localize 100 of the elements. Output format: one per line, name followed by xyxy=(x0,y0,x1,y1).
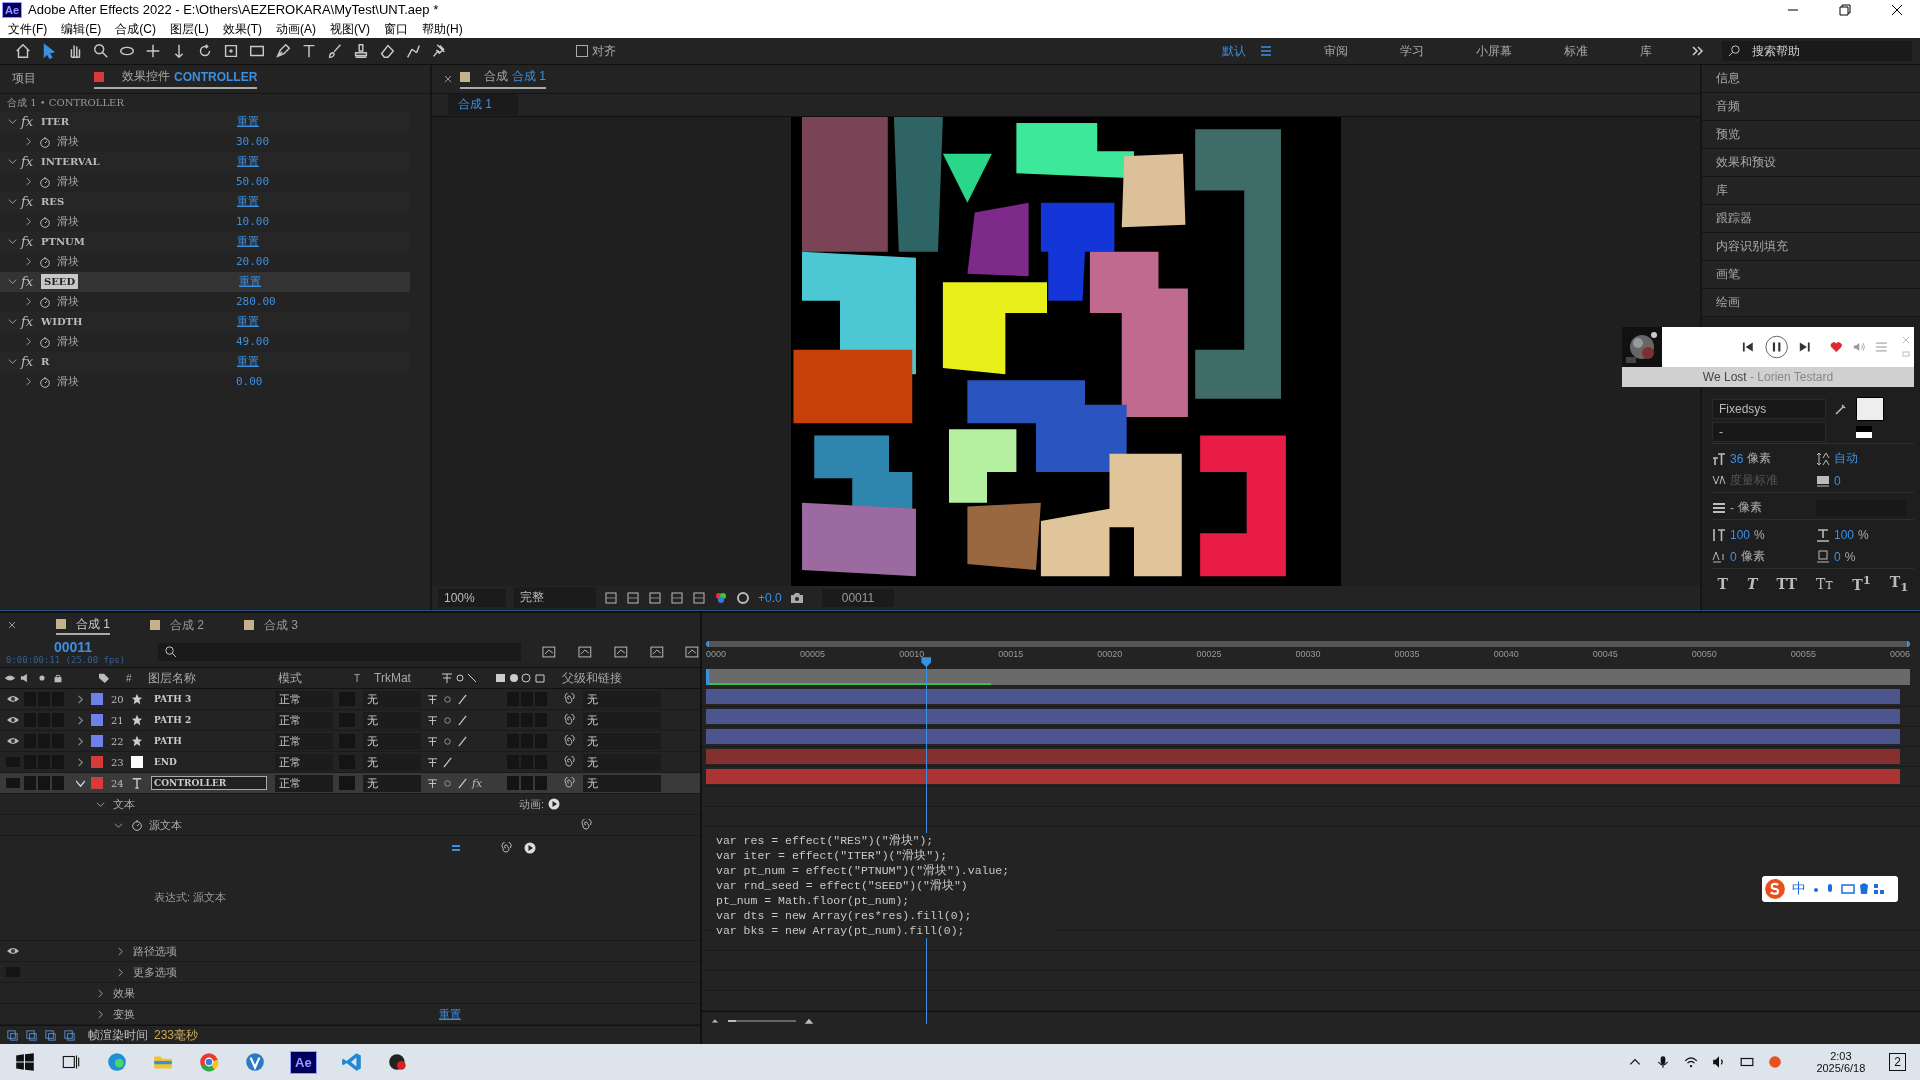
label-color-swatch[interactable] xyxy=(91,777,103,790)
expression-code[interactable]: var res = effect("RES")("滑块"); var iter = effect("ITER")("滑块"); var pt_num = effect("PTNUM")("滑块").value; var rnd_seed = effect("SEED")("滑块") pt_num = Math.floor(pt_num); var dts = new Array(res*res).fill(0); var bks = new Array(pt_num).fill(0); xyxy=(716,833,1056,939)
expand-chevron-icon[interactable] xyxy=(76,757,85,767)
workspace-tab[interactable]: 默认 xyxy=(1222,42,1246,60)
effect-name[interactable]: ITER xyxy=(41,116,237,128)
wifi-icon[interactable] xyxy=(1684,1055,1699,1070)
microphone-icon[interactable] xyxy=(1656,1055,1671,1070)
menu-item[interactable]: 效果(T) xyxy=(222,20,262,38)
reset-link[interactable]: 重置 xyxy=(239,274,262,290)
expression-menu-icon[interactable] xyxy=(524,842,536,855)
default-colors-swatch[interactable] xyxy=(1856,425,1872,438)
text-style-button[interactable]: Tᴛ xyxy=(1814,575,1836,592)
timeline-tab[interactable]: 合成 2 xyxy=(150,616,205,634)
workspace-tab[interactable]: 库 xyxy=(1640,42,1652,60)
parent-dropdown[interactable]: 无 xyxy=(583,732,661,750)
tsume-value[interactable]: 0 xyxy=(1834,549,1841,564)
timeline-tab[interactable]: 合成 1 xyxy=(56,615,110,635)
pick-whip-icon[interactable] xyxy=(563,693,575,706)
timecode-field[interactable]: 00011 xyxy=(821,588,895,607)
zoom-out-icon[interactable] xyxy=(710,1017,720,1026)
menu-item[interactable]: 视图(V) xyxy=(330,20,370,38)
adjustment-layer-toggle[interactable] xyxy=(521,776,533,791)
expand-chevron-icon[interactable] xyxy=(76,694,85,704)
property-group[interactable]: 文本 xyxy=(113,796,135,812)
lock-toggle[interactable] xyxy=(52,776,64,791)
expand-chevron-icon[interactable] xyxy=(76,715,85,725)
audio-toggle[interactable] xyxy=(24,776,36,791)
text-style-button[interactable]: T xyxy=(1745,575,1760,592)
stopwatch-icon[interactable] xyxy=(39,175,51,188)
layer-name[interactable]: PATH xyxy=(151,734,267,749)
text-style-button[interactable]: T$^{1}$ xyxy=(1850,573,1873,594)
slash-icon[interactable] xyxy=(457,693,468,705)
taskbar-app-button[interactable]: Ae xyxy=(290,1050,317,1074)
eyedropper-icon[interactable] xyxy=(1834,401,1848,416)
pick-whip-icon[interactable] xyxy=(563,714,575,727)
pick-whip-icon[interactable] xyxy=(500,842,512,855)
pick-whip-icon[interactable] xyxy=(563,735,575,748)
menu-item[interactable]: 合成(C) xyxy=(115,20,156,38)
collapse-chevron-icon[interactable] xyxy=(114,820,123,830)
collapse-chevron-icon[interactable] xyxy=(8,317,17,327)
text-style-button[interactable]: T$_{1}$ xyxy=(1887,573,1911,594)
notification-button[interactable]: 2 xyxy=(1889,1053,1906,1072)
menu-item[interactable]: 编辑(E) xyxy=(61,20,102,38)
slash-icon[interactable] xyxy=(457,735,468,747)
3d-layer-toggle[interactable] xyxy=(535,776,547,791)
property-name[interactable]: 源文本 xyxy=(149,817,182,833)
property-group[interactable]: 效果 xyxy=(113,985,135,1001)
zoom-in-icon[interactable] xyxy=(804,1017,814,1026)
volume-icon[interactable] xyxy=(1852,340,1866,354)
motion-blur-toggle[interactable] xyxy=(507,776,519,791)
more-chevron-icon[interactable] xyxy=(1692,46,1704,56)
property-group[interactable]: 路径选项 xyxy=(133,943,177,959)
layer-name[interactable]: CONTROLLER xyxy=(151,776,267,791)
ime-logo-icon[interactable] xyxy=(1764,878,1786,901)
panel-header[interactable]: 内容识别填充 xyxy=(1702,232,1920,261)
reset-link[interactable]: 重置 xyxy=(237,234,259,250)
reset-link[interactable]: 重置 xyxy=(237,314,259,330)
search-field[interactable]: 搜索帮助 xyxy=(1722,41,1912,61)
stamp-icon[interactable] xyxy=(352,42,370,60)
restore-icon[interactable] xyxy=(1839,3,1851,16)
expand-chevron-icon[interactable] xyxy=(24,297,33,307)
panel-header[interactable]: 画笔 xyxy=(1702,260,1920,289)
quality-switch-icon[interactable] xyxy=(442,777,453,789)
timeline-tab[interactable]: 合成 3 xyxy=(244,616,299,634)
label-color-swatch[interactable] xyxy=(91,735,103,748)
expand-chevron-icon[interactable] xyxy=(24,257,33,267)
parameter-value[interactable]: 49.00 xyxy=(236,335,270,349)
effect-name[interactable]: RES xyxy=(41,196,237,208)
stopwatch-icon[interactable] xyxy=(39,295,51,308)
reset-link[interactable]: 重置 xyxy=(237,114,259,130)
expand-chevron-icon[interactable] xyxy=(116,946,125,956)
stroke-width-value[interactable]: - xyxy=(1730,500,1734,515)
heart-icon[interactable] xyxy=(1830,340,1843,354)
baseline-shift-value[interactable]: 0 xyxy=(1730,549,1737,564)
fill-color-swatch[interactable] xyxy=(1856,396,1884,421)
panel-header[interactable]: 跟踪器 xyxy=(1702,204,1920,233)
workspace-tab[interactable]: 学习 xyxy=(1400,42,1424,60)
menu-item[interactable]: 帮助(H) xyxy=(422,20,463,38)
parameter-value[interactable]: 0.00 xyxy=(236,375,263,389)
font-dropdown[interactable]: Fixedsys xyxy=(1712,398,1826,419)
mode-dropdown[interactable]: 正常 xyxy=(275,774,333,792)
stopwatch-icon[interactable] xyxy=(39,215,51,228)
layer-name[interactable]: PATH 3 xyxy=(151,692,267,707)
quality-switch-icon[interactable] xyxy=(442,714,453,726)
effect-name[interactable]: INTERVAL xyxy=(41,156,237,168)
horizontal-scale-value[interactable]: 100 xyxy=(1834,527,1855,542)
anchor-point-icon[interactable] xyxy=(222,42,240,60)
column-header[interactable]: 图层名称 xyxy=(148,669,278,687)
next-track-icon[interactable] xyxy=(1797,340,1811,354)
brush-icon[interactable] xyxy=(326,42,344,60)
move-icon[interactable] xyxy=(144,42,162,60)
reset-link[interactable]: 重置 xyxy=(237,354,259,370)
panel-header[interactable]: 信息 xyxy=(1702,64,1920,93)
windows-logo-icon[interactable] xyxy=(14,1051,36,1074)
expand-chevron-icon[interactable] xyxy=(96,1009,105,1019)
zoom-dropdown[interactable]: 100% xyxy=(438,588,506,607)
expand-chevron-icon[interactable] xyxy=(24,337,33,347)
resolution-dropdown[interactable]: 完整 xyxy=(514,587,596,609)
pick-whip-icon[interactable] xyxy=(563,777,575,790)
current-time[interactable]: 00011 xyxy=(6,639,144,656)
